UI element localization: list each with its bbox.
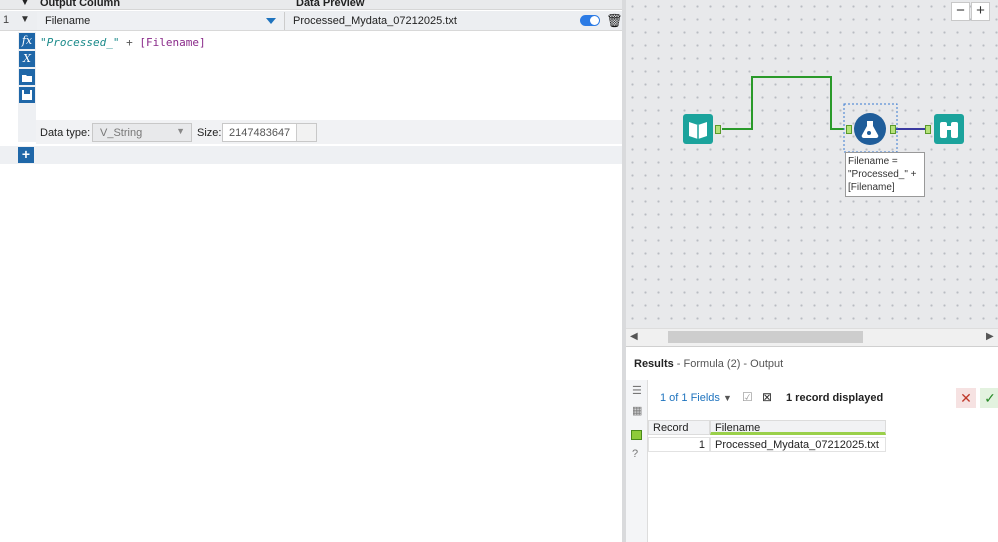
row-number: 1 <box>3 14 10 26</box>
help-icon[interactable]: ? <box>632 448 638 460</box>
input-data-tool[interactable] <box>683 114 713 144</box>
function-icon[interactable]: fx <box>19 33 35 49</box>
size-label: Size: <box>197 127 222 139</box>
fields-selector[interactable]: 1 of 1 Fields ▼ <box>660 392 732 404</box>
scroll-right-icon[interactable]: ▶ <box>986 331 994 342</box>
size-spinner[interactable] <box>296 124 316 141</box>
results-title-rest: - Formula (2) - Output <box>673 358 784 370</box>
formula-row: 1 ▼ Filename Processed_Mydata_07212025.t… <box>0 11 623 31</box>
enable-toggle[interactable] <box>580 15 600 26</box>
size-value: 2147483647 <box>229 127 291 139</box>
cell-record[interactable]: 1 <box>648 437 710 452</box>
results-sidebar: ☰ ▦ ? <box>626 380 648 542</box>
trash-icon[interactable]: 🗑 <box>606 13 623 29</box>
formula-config-panel: ▼ Output Column Data Preview 1 ▼ Filenam… <box>0 0 623 542</box>
column-header-filename[interactable]: Filename <box>710 420 886 435</box>
connection-input-to-formula <box>722 76 844 130</box>
input-anchor[interactable] <box>846 125 852 134</box>
output-field-select[interactable]: Filename <box>37 12 285 30</box>
cell-filename[interactable]: Processed_Mydata_07212025.txt <box>710 437 886 452</box>
add-formula-button[interactable]: + <box>18 147 34 163</box>
expression-editor[interactable]: "Processed_" + [Filename] <box>40 36 206 49</box>
save-expression-icon[interactable] <box>19 87 35 103</box>
grid-header: ▼ Output Column Data Preview <box>0 0 622 10</box>
table-icon[interactable]: ▦ <box>632 404 642 417</box>
header-data-preview: Data Preview <box>296 0 365 9</box>
list-icon[interactable]: ☰ <box>632 384 642 397</box>
expression-string: "Processed_" <box>40 36 120 49</box>
data-type-select[interactable]: V_String ▼ <box>92 123 192 142</box>
results-title: Results - Formula (2) - Output <box>634 358 783 370</box>
data-type-label: Data type: <box>40 127 91 139</box>
formula-annotation: Filename = "Processed_" + [Filename] <box>845 152 925 197</box>
checkbox-icon[interactable]: ☑ <box>742 390 753 404</box>
dropdown-arrow-icon[interactable] <box>266 18 276 24</box>
deselect-icon[interactable]: ⊠ <box>762 390 772 404</box>
expression-toolbar: fx X <box>18 32 36 142</box>
flask-icon <box>861 121 879 139</box>
data-type-row: Data type: V_String ▼ Size: 2147483647 <box>36 120 622 144</box>
connection-lines <box>722 76 925 153</box>
dropdown-arrow-icon: ▼ <box>176 126 185 136</box>
binoculars-icon <box>940 122 958 138</box>
data-type-value: V_String <box>100 127 143 139</box>
chevron-down-icon: ▼ <box>722 393 732 403</box>
expression-field: [Filename] <box>139 36 206 49</box>
header-output-column: Output Column <box>40 0 121 9</box>
open-expression-icon[interactable] <box>19 69 35 85</box>
output-anchor[interactable] <box>890 125 896 134</box>
formula-tool[interactable] <box>854 113 886 145</box>
output-field-value: Filename <box>45 15 91 27</box>
input-anchor[interactable] <box>925 125 931 134</box>
apply-button[interactable]: ✓ <box>980 388 998 408</box>
output-anchor[interactable] <box>715 125 721 134</box>
anchor-icon[interactable] <box>631 430 642 440</box>
expression-operator: + <box>119 36 140 49</box>
column-header-record[interactable]: Record <box>648 420 710 435</box>
data-preview-value: Processed_Mydata_07212025.txt <box>293 15 457 27</box>
chevron-down-icon[interactable]: ▼ <box>20 0 30 8</box>
scroll-left-icon[interactable]: ◀ <box>630 331 638 342</box>
add-row-bar <box>0 146 622 164</box>
browse-tool[interactable] <box>934 114 964 144</box>
size-input[interactable]: 2147483647 <box>222 123 317 142</box>
variable-icon[interactable]: X <box>19 51 35 67</box>
records-displayed: 1 record displayed <box>786 392 884 404</box>
cancel-button[interactable]: ✕ <box>956 388 976 408</box>
book-icon <box>689 122 707 139</box>
collapse-chevron-icon[interactable]: ▼ <box>20 14 30 25</box>
fields-label: 1 of 1 Fields <box>660 392 720 404</box>
scrollbar-thumb[interactable] <box>668 331 863 343</box>
results-title-bold: Results <box>634 358 674 370</box>
